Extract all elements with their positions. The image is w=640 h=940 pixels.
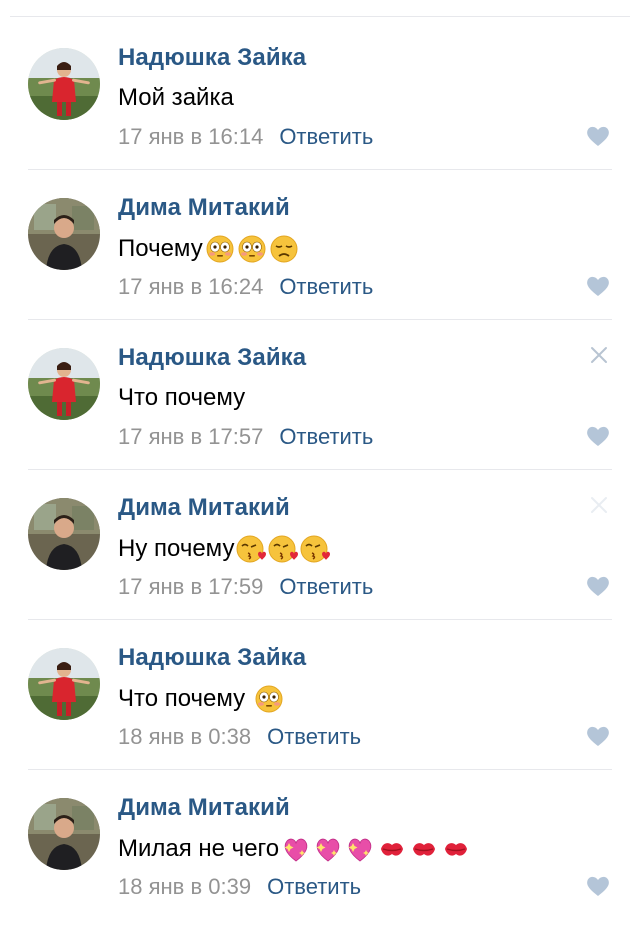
like-heart-icon[interactable] (585, 724, 611, 748)
kiss-mark-icon (409, 834, 439, 864)
comment-item: Дима Митакий Почему 17 янв в 16:24 Ответить (0, 170, 640, 320)
comment-timestamp[interactable]: 17 янв в 16:24 (118, 274, 263, 299)
like-heart-icon[interactable] (585, 574, 611, 598)
comment-timestamp[interactable]: 18 янв в 0:39 (118, 874, 251, 899)
comment-text-content: Ну почему (118, 535, 235, 562)
kiss-mark-icon (441, 834, 471, 864)
author-name[interactable]: Дима Митакий (118, 194, 290, 222)
avatar[interactable] (28, 648, 100, 720)
comment-text: Ну почему (118, 534, 332, 564)
comment-item: Надюшка Зайка Что почему 17 янв в 17:57 Отв… (0, 320, 640, 470)
avatar[interactable] (28, 198, 100, 270)
author-name[interactable]: Надюшка Зайка (118, 344, 306, 372)
comment-item: Дима Митакий Милая не чего 18 янв в 0:39 От… (0, 770, 640, 920)
reply-button[interactable]: Ответить (279, 274, 373, 299)
flushed-face-icon (254, 684, 284, 714)
disappointed-face-icon (269, 234, 299, 264)
comment-text-content: Милая не чего (118, 835, 280, 862)
comment-text: Почему (118, 234, 301, 264)
comment-item: Надюшка Зайка Мой зайка 17 янв в 16:14 Отве… (0, 20, 640, 170)
comment-meta: 17 янв в 17:57 Ответить (118, 424, 373, 450)
comment-timestamp[interactable]: 17 янв в 17:57 (118, 424, 263, 449)
sparkling-heart-icon (313, 834, 343, 864)
reply-button[interactable]: Ответить (279, 574, 373, 599)
kiss-mark-icon (377, 834, 407, 864)
author-name[interactable]: Надюшка Зайка (118, 644, 306, 672)
kissing-heart-face-icon (300, 534, 331, 564)
reply-button[interactable]: Ответить (267, 724, 361, 749)
comment-text: Что почему (118, 684, 286, 714)
reply-button[interactable]: Ответить (267, 874, 361, 899)
emoji-group (281, 834, 473, 864)
avatar[interactable] (28, 798, 100, 870)
avatar[interactable] (28, 348, 100, 420)
comment-text-content: Мой зайка (118, 84, 234, 111)
kissing-heart-face-icon (236, 534, 267, 564)
comment-text: Что почему (118, 384, 245, 412)
author-name[interactable]: Дима Митакий (118, 494, 290, 522)
comment-meta: 18 янв в 0:38 Ответить (118, 724, 361, 750)
kissing-heart-face-icon (268, 534, 299, 564)
comment-text: Милая не чего (118, 834, 473, 864)
comment-text-content: Почему (118, 235, 203, 262)
like-heart-icon[interactable] (585, 424, 611, 448)
comment-text-content: Что почему (118, 384, 246, 411)
emoji-group (236, 534, 332, 564)
reply-button[interactable]: Ответить (279, 124, 373, 149)
like-heart-icon[interactable] (585, 124, 611, 148)
comment-timestamp[interactable]: 17 янв в 17:59 (118, 574, 263, 599)
delete-close-icon[interactable] (588, 494, 610, 516)
sparkling-heart-icon (281, 834, 311, 864)
avatar[interactable] (28, 48, 100, 120)
comment-timestamp[interactable]: 18 янв в 0:38 (118, 724, 251, 749)
comment-meta: 18 янв в 0:39 Ответить (118, 874, 361, 900)
comment-timestamp[interactable]: 17 янв в 16:14 (118, 124, 263, 149)
comment-meta: 17 янв в 16:14 Ответить (118, 124, 373, 150)
like-heart-icon[interactable] (585, 874, 611, 898)
reply-button[interactable]: Ответить (279, 424, 373, 449)
comment-item: Надюшка Зайка Что почему 18 янв в 0:38 Отв… (0, 620, 640, 770)
top-divider (10, 16, 630, 17)
flushed-face-icon (205, 234, 235, 264)
comment-meta: 17 янв в 17:59 Ответить (118, 574, 373, 600)
comment-text: Мой зайка (118, 84, 234, 112)
author-name[interactable]: Надюшка Зайка (118, 44, 306, 72)
emoji-group (254, 684, 286, 714)
comment-meta: 17 янв в 16:24 Ответить (118, 274, 373, 300)
avatar[interactable] (28, 498, 100, 570)
delete-close-icon[interactable] (588, 344, 610, 366)
sparkling-heart-icon (345, 834, 375, 864)
emoji-group (205, 234, 301, 264)
author-name[interactable]: Дима Митакий (118, 794, 290, 822)
flushed-face-icon (237, 234, 267, 264)
like-heart-icon[interactable] (585, 274, 611, 298)
comment-item: Дима Митакий Ну почему 17 янв в 17:59 Ответ… (0, 470, 640, 620)
comment-text-content: Что почему (118, 685, 252, 712)
